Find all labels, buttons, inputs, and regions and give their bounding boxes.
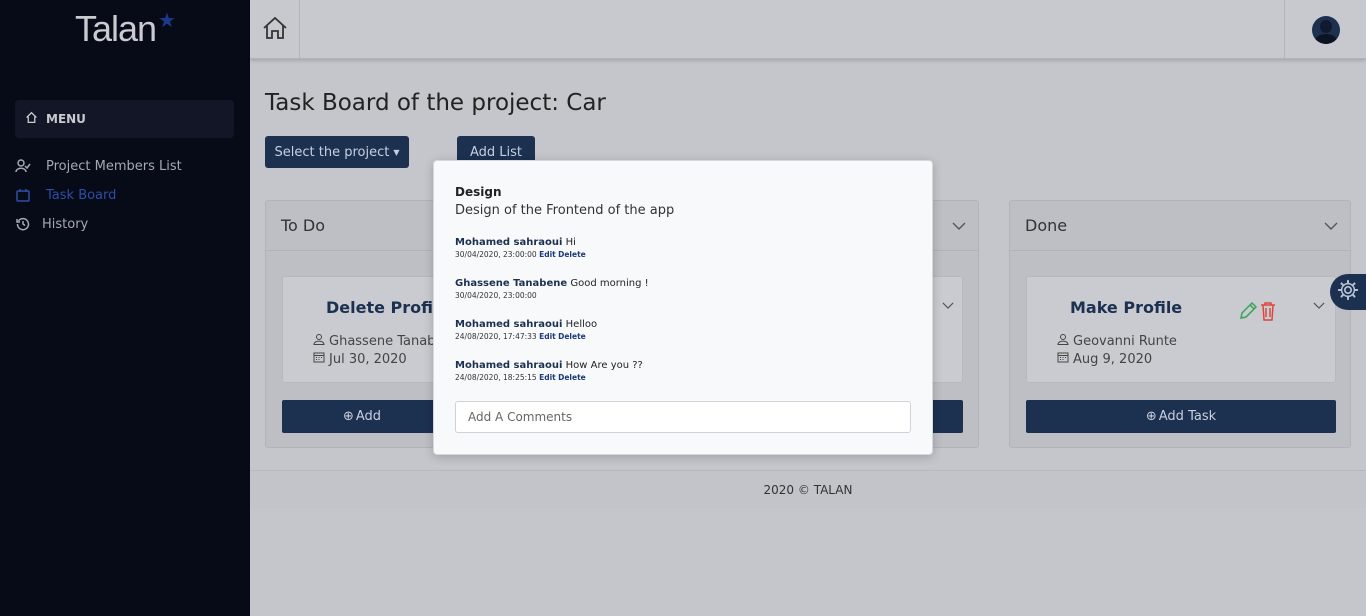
comment-time: 24/08/2020, 17:47:33 xyxy=(455,332,537,341)
select-project-label: Select the project xyxy=(274,144,390,160)
list-column-todo: To Do Delete Profil Ghassene Tanab Jul 3… xyxy=(265,200,442,448)
task-date: Jul 30, 2020 xyxy=(313,351,407,367)
home-button[interactable] xyxy=(250,0,300,59)
comment-edit-link[interactable]: Edit xyxy=(539,250,556,259)
chevron-down-icon[interactable] xyxy=(1324,219,1338,233)
list-column-done: Done Make Profile Geovanni Runte Aug 9, … xyxy=(1009,200,1351,448)
comment-author: Mohamed sahraoui xyxy=(455,237,563,248)
user-icon xyxy=(313,333,325,349)
column-header: To Do xyxy=(266,201,434,251)
sidebar: Talan ★ MENU Project Members List Task B… xyxy=(0,0,250,616)
column-header: Done xyxy=(1010,201,1350,251)
logo-star-icon: ★ xyxy=(158,8,176,32)
task-date: Aug 9, 2020 xyxy=(1057,351,1152,367)
chevron-down-icon[interactable] xyxy=(952,219,966,233)
history-icon xyxy=(14,216,32,232)
comment-author: Mohamed sahraoui xyxy=(455,360,563,371)
task-title: Delete Profil xyxy=(326,298,439,317)
edit-pencil-icon[interactable] xyxy=(1238,301,1258,325)
page-title: Task Board of the project: Car xyxy=(265,90,606,116)
home-icon xyxy=(262,15,288,45)
task-card[interactable]: Make Profile Geovanni Runte Aug 9, 2020 xyxy=(1026,276,1336,383)
modal-title: Design xyxy=(455,185,502,199)
task-detail-modal: Design Design of the Frontend of the app… xyxy=(433,160,933,455)
add-task-button[interactable]: ⊕ Add Task xyxy=(1026,400,1336,433)
column-title: Done xyxy=(1025,216,1068,235)
calendar-icon xyxy=(313,351,325,367)
footer: 2020 © TALAN xyxy=(250,470,1366,508)
board-icon xyxy=(14,187,32,203)
gear-icon xyxy=(1337,279,1359,305)
sidebar-item-label: Task Board xyxy=(46,187,117,203)
comment-delete-link[interactable]: Delete xyxy=(558,373,586,382)
chevron-down-icon[interactable] xyxy=(942,294,954,313)
comment-text: Hi xyxy=(565,237,576,248)
sidebar-item-label: History xyxy=(42,216,89,232)
comment-time: 30/04/2020, 23:00:00 xyxy=(455,250,537,259)
top-navbar xyxy=(250,0,1366,59)
comment-text: Helloo xyxy=(565,319,598,330)
sidebar-item-label: Project Members List xyxy=(46,158,182,174)
menu-header: MENU xyxy=(15,100,234,138)
comment-delete-link[interactable]: Delete xyxy=(558,332,586,341)
comment-text: How Are you ?? xyxy=(565,360,643,371)
members-icon xyxy=(14,158,32,174)
comment-author: Ghassene Tanabene xyxy=(455,278,568,289)
task-assignee: Geovanni Runte xyxy=(1057,333,1177,349)
caret-down-icon: ▼ xyxy=(393,147,400,157)
add-comment-input[interactable] xyxy=(455,401,911,433)
comment-time: 30/04/2020, 23:00:00 xyxy=(455,291,537,300)
sidebar-item-task-board[interactable]: Task Board xyxy=(14,187,116,203)
plus-circle-icon: ⊕ xyxy=(342,409,354,424)
comment-text: Good morning ! xyxy=(570,278,649,289)
comment-item: Mohamed sahraoui How Are you ?? 24/08/20… xyxy=(455,360,643,382)
footer-text: 2020 © TALAN xyxy=(763,482,853,497)
user-icon xyxy=(1057,333,1069,349)
plus-circle-icon: ⊕ xyxy=(1145,409,1157,424)
task-title: Make Profile xyxy=(1070,298,1183,317)
comment-edit-link[interactable]: Edit xyxy=(539,373,556,382)
comment-item: Mohamed sahraoui Hi 30/04/2020, 23:00:00… xyxy=(455,237,586,259)
sidebar-item-project-members[interactable]: Project Members List xyxy=(14,158,182,174)
home-outline-icon xyxy=(25,111,38,127)
comment-edit-link[interactable]: Edit xyxy=(539,332,556,341)
user-avatar-icon xyxy=(1311,15,1340,44)
menu-label: MENU xyxy=(46,112,86,126)
talan-logo[interactable]: Talan xyxy=(75,8,157,50)
calendar-icon xyxy=(1057,351,1069,367)
settings-button[interactable] xyxy=(1330,274,1366,310)
comment-delete-link[interactable]: Delete xyxy=(558,250,586,259)
comment-item: Ghassene Tanabene Good morning ! 30/04/2… xyxy=(455,278,649,300)
modal-description: Design of the Frontend of the app xyxy=(455,203,675,218)
task-card[interactable]: Delete Profil Ghassene Tanab Jul 30, 202… xyxy=(282,276,442,383)
comment-time: 24/08/2020, 18:25:15 xyxy=(455,373,537,382)
user-menu[interactable] xyxy=(1284,0,1366,59)
chevron-down-icon[interactable] xyxy=(1313,294,1325,313)
comment-author: Mohamed sahraoui xyxy=(455,319,563,330)
select-project-dropdown[interactable]: Select the project ▼ xyxy=(265,136,409,168)
task-assignee: Ghassene Tanab xyxy=(313,333,435,349)
comment-item: Mohamed sahraoui Helloo 24/08/2020, 17:4… xyxy=(455,319,597,341)
delete-trash-icon[interactable] xyxy=(1259,301,1277,325)
sidebar-item-history[interactable]: History xyxy=(14,216,88,232)
add-task-button[interactable]: ⊕ Add xyxy=(282,400,442,433)
column-title: To Do xyxy=(281,216,326,235)
